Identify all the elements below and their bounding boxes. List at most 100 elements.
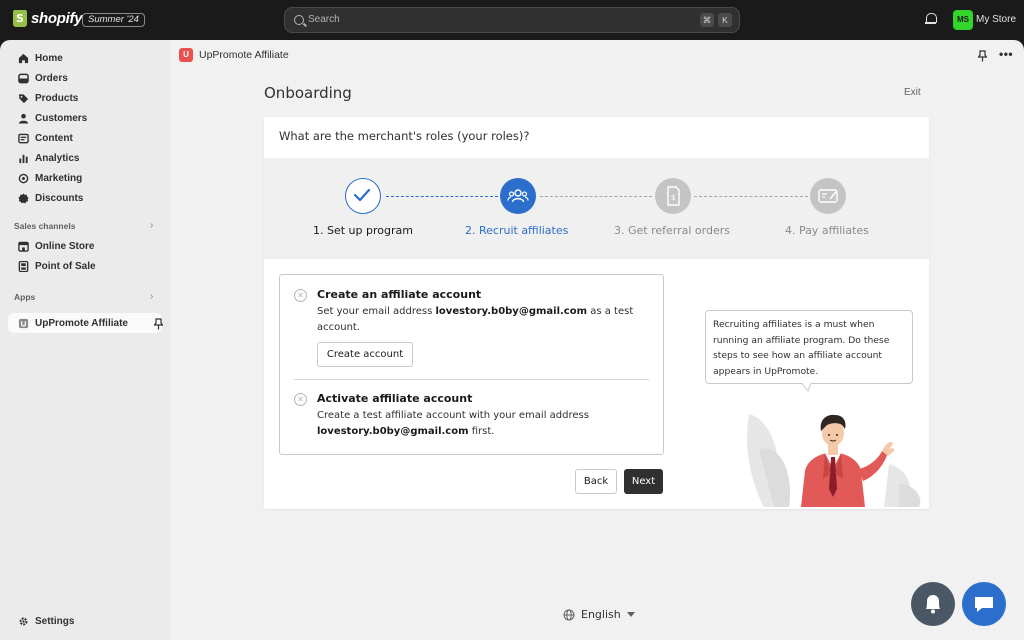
- chevron-down-icon: [626, 612, 635, 617]
- users-icon: [507, 189, 529, 203]
- live-chat-fab[interactable]: [962, 582, 1006, 626]
- target-icon: [15, 170, 31, 186]
- app-icon: [15, 315, 31, 331]
- task-1-title: Create an affiliate account: [317, 288, 482, 301]
- next-button[interactable]: Next: [624, 469, 663, 494]
- sidebar-item-marketing[interactable]: Marketing: [8, 168, 162, 188]
- task-2-title: Activate affiliate account: [317, 392, 473, 405]
- sidebar-item-online-store[interactable]: Online Store: [8, 236, 162, 256]
- step-2-current: [500, 178, 536, 214]
- sidebar-item-label: Point of Sale: [35, 260, 96, 272]
- chat-bubble-icon: [975, 597, 993, 612]
- payment-card-icon: [818, 189, 838, 203]
- person-icon: [15, 110, 31, 126]
- app-title: UpPromote Affiliate: [199, 49, 289, 61]
- bell-icon: [926, 595, 940, 614]
- chevron-right-icon[interactable]: ›: [150, 291, 153, 302]
- sidebar-item-label: Marketing: [35, 172, 83, 184]
- task-2-email: lovestory.b0by@gmail.com: [317, 426, 469, 437]
- sidebar-item-label: Discounts: [35, 192, 84, 204]
- sidebar-item-settings[interactable]: Settings: [8, 611, 162, 631]
- tag-icon: [15, 90, 31, 106]
- sidebar-item-label: Content: [35, 132, 73, 144]
- bar-chart-icon: [15, 150, 31, 166]
- search-icon: [294, 15, 304, 25]
- sidebar-item-products[interactable]: Products: [8, 88, 162, 108]
- main-area: U UpPromote Affiliate ••• Onboarding Exi…: [170, 40, 1024, 640]
- check-icon: [354, 189, 371, 202]
- k-key: K: [718, 13, 732, 27]
- progress-stepper: 1. Set up program 2. Recruit affiliates …: [264, 158, 929, 259]
- incomplete-x-icon: ✕: [294, 289, 307, 302]
- notifications-fab[interactable]: [911, 582, 955, 626]
- create-account-button[interactable]: Create account: [317, 342, 413, 367]
- sidebar-item-label: Customers: [35, 112, 88, 124]
- exit-link[interactable]: Exit: [904, 87, 921, 98]
- step-3-label: 3. Get referral orders: [614, 224, 730, 237]
- sidebar-item-label: Settings: [35, 615, 75, 627]
- step-1-label: 1. Set up program: [313, 224, 413, 237]
- divider: [294, 379, 649, 380]
- task-1-email: lovestory.b0by@gmail.com: [435, 306, 588, 317]
- store-name[interactable]: My Store: [976, 14, 1016, 25]
- step-3-pending: $: [655, 178, 691, 214]
- discount-icon: [15, 190, 31, 206]
- pin-icon[interactable]: [977, 49, 988, 67]
- pos-icon: [15, 258, 31, 274]
- more-actions-icon[interactable]: •••: [999, 47, 1013, 61]
- tip-speech-bubble: Recruiting affiliates is a must when run…: [705, 310, 913, 384]
- language-label: English: [581, 608, 621, 621]
- sidebar: Home Orders Products Customers Content A…: [0, 40, 170, 640]
- cmd-key: ⌘: [700, 13, 714, 27]
- globe-icon: [563, 609, 575, 620]
- apps-title[interactable]: Apps: [14, 292, 35, 302]
- sidebar-item-analytics[interactable]: Analytics: [8, 148, 162, 168]
- chevron-right-icon[interactable]: ›: [150, 220, 153, 231]
- top-bar: shopify Summer '24 Search ⌘ K MS My Stor…: [0, 0, 1024, 40]
- edition-badge: Summer '24: [82, 13, 145, 27]
- sidebar-item-home[interactable]: Home: [8, 48, 162, 68]
- task-2-desc-prefix: Create a test affiliate account with you…: [317, 410, 589, 421]
- tasks-box: ✕ Create an affiliate account Set your e…: [279, 274, 664, 455]
- step-connector: [694, 196, 808, 197]
- task-2-desc-suffix: first.: [468, 426, 495, 437]
- sidebar-item-label: Products: [35, 92, 79, 104]
- sidebar-item-label: Online Store: [35, 240, 95, 252]
- shopify-bag-icon: [13, 10, 27, 27]
- orders-icon: [15, 70, 31, 86]
- incomplete-x-icon: ✕: [294, 393, 307, 406]
- shopify-logo[interactable]: shopify: [13, 10, 83, 27]
- store-icon: [15, 238, 31, 254]
- sidebar-item-orders[interactable]: Orders: [8, 68, 162, 88]
- task-1-description: Set your email address lovestory.b0by@gm…: [317, 304, 637, 336]
- receipt-dollar-icon: $: [667, 186, 680, 206]
- sidebar-item-customers[interactable]: Customers: [8, 108, 162, 128]
- sidebar-item-uppromote-affiliate[interactable]: UpPromote Affiliate: [8, 313, 164, 333]
- gear-icon: [15, 613, 31, 629]
- step-connector: [386, 196, 498, 197]
- businessman-illustration: [747, 414, 921, 507]
- pin-icon[interactable]: [153, 317, 164, 330]
- home-icon: [15, 50, 31, 66]
- uppromote-logo-icon: U: [179, 48, 193, 62]
- step-2-label: 2. Recruit affiliates: [465, 224, 569, 237]
- sidebar-item-discounts[interactable]: Discounts: [8, 188, 162, 208]
- sidebar-item-label: Analytics: [35, 152, 80, 164]
- search-input[interactable]: Search ⌘ K: [284, 7, 740, 33]
- task-2-description: Create a test affiliate account with you…: [317, 408, 627, 440]
- sidebar-item-content[interactable]: Content: [8, 128, 162, 148]
- sidebar-item-label: Home: [35, 52, 63, 64]
- sales-channels-title[interactable]: Sales channels: [14, 221, 75, 231]
- step-1-done: [345, 178, 381, 214]
- search-placeholder: Search: [308, 14, 340, 25]
- sidebar-item-point-of-sale[interactable]: Point of Sale: [8, 256, 162, 276]
- step-4-pending: [810, 178, 846, 214]
- content-icon: [15, 130, 31, 146]
- back-button[interactable]: Back: [575, 469, 617, 494]
- avatar[interactable]: MS: [953, 10, 973, 30]
- step-connector: [540, 196, 652, 197]
- question-title: What are the merchant's roles (your role…: [279, 129, 530, 143]
- notifications-bell-icon[interactable]: [925, 13, 937, 24]
- language-selector[interactable]: English: [563, 608, 635, 621]
- page-title: Onboarding: [264, 84, 352, 102]
